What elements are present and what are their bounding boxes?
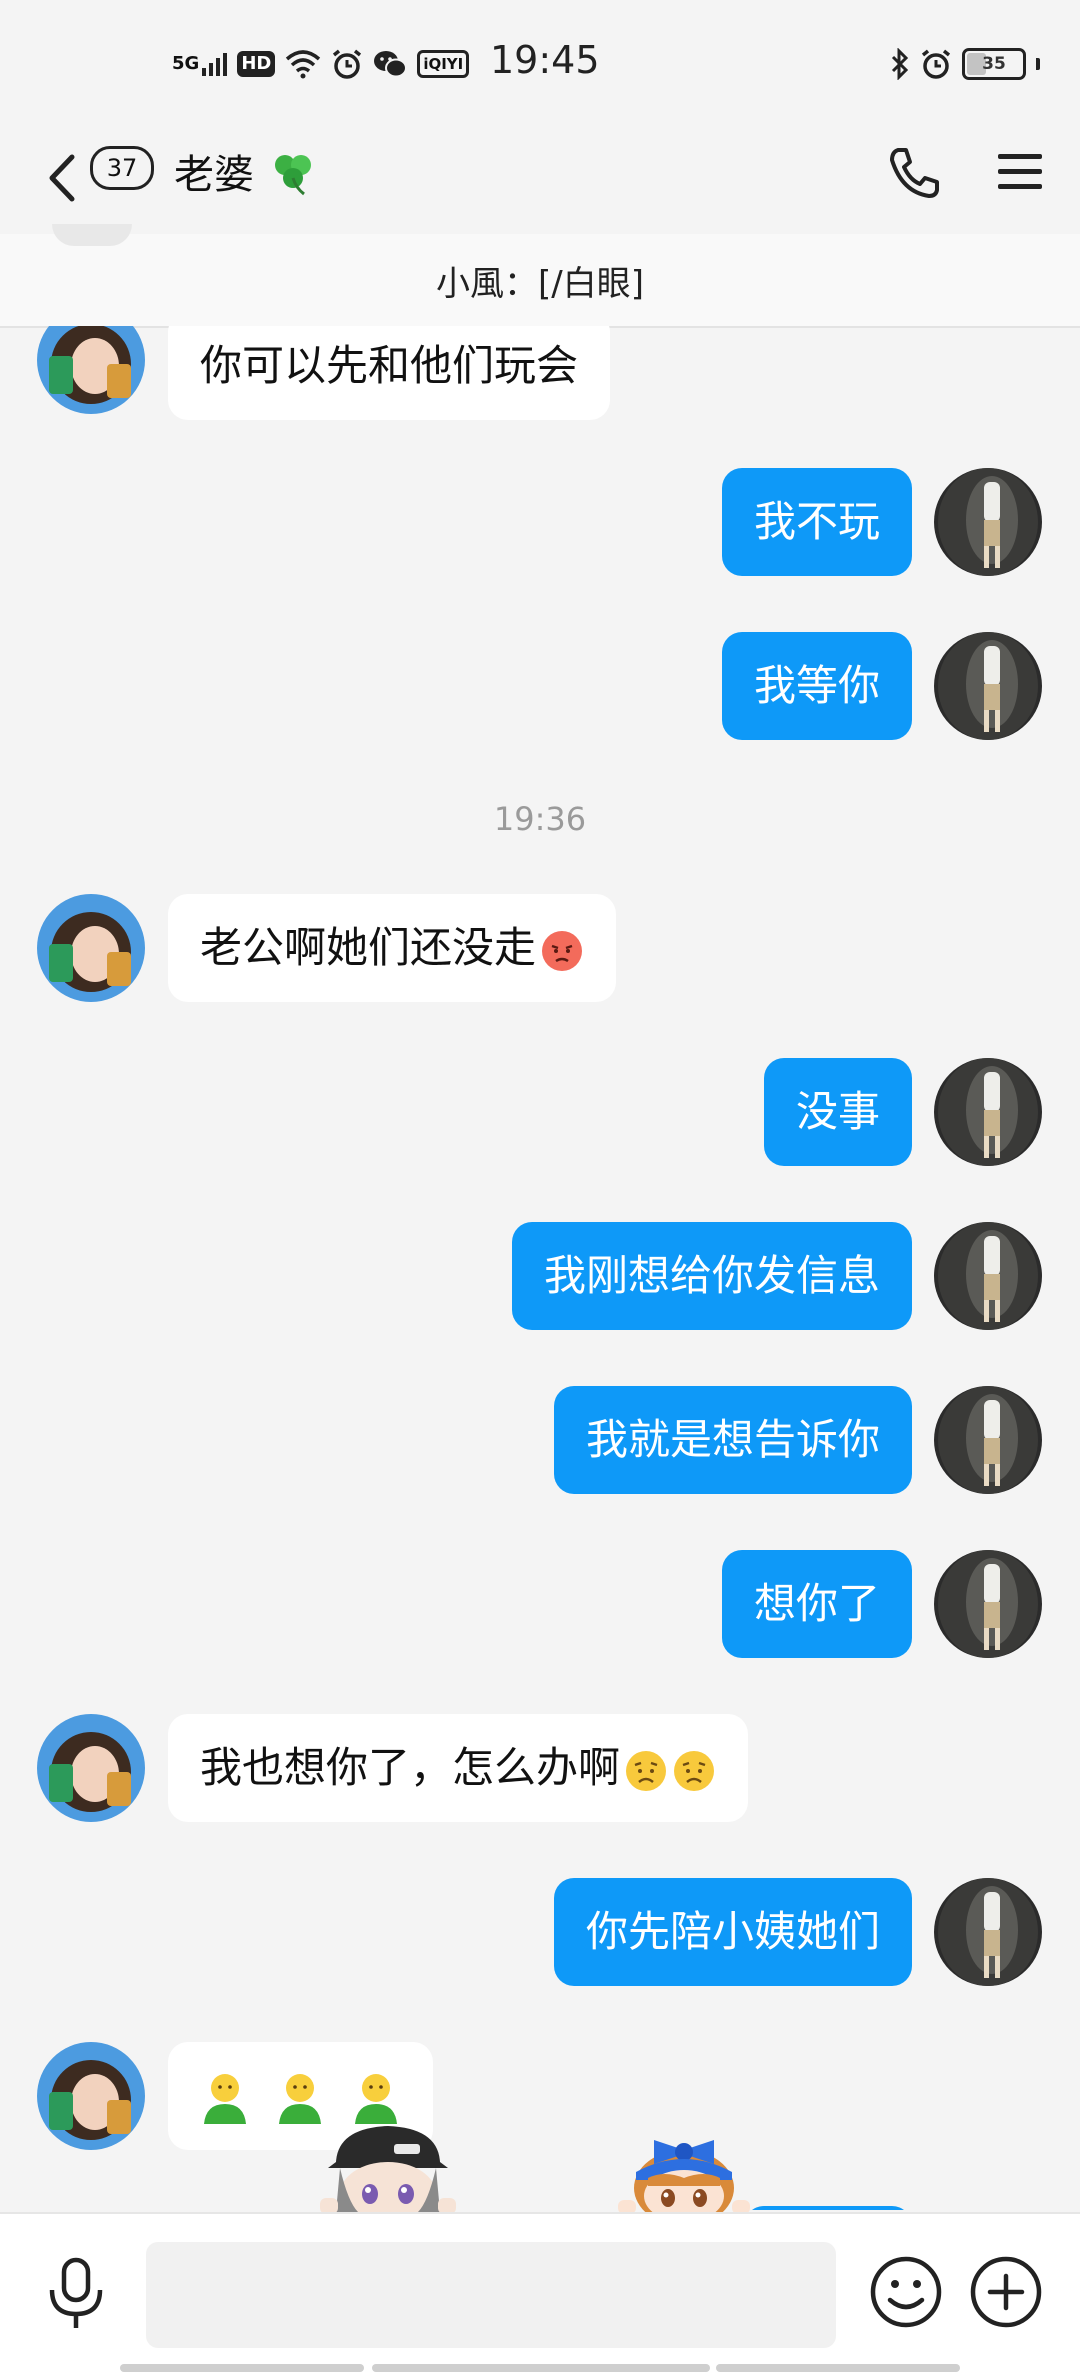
emoji-button[interactable] xyxy=(868,2254,944,2330)
wechat-icon xyxy=(373,47,408,81)
panel-tab-strip xyxy=(120,2364,364,2372)
hd-icon: HD xyxy=(237,51,276,77)
latest-message-text: 小風：[/白眼] xyxy=(436,263,644,304)
iqiyi-icon: iQIYI xyxy=(417,50,470,78)
sad-face-emoji xyxy=(674,1750,715,1791)
message-bubble-outgoing[interactable]: 我不玩 xyxy=(721,468,912,576)
my-avatar[interactable] xyxy=(934,468,1042,576)
latest-message-notice[interactable]: 小風：[/白眼] xyxy=(0,224,1080,328)
green-figure-emoji xyxy=(204,2073,246,2124)
message-bubble-outgoing[interactable]: 我刚想给你发信息 xyxy=(511,1222,912,1330)
message-bubble-incoming[interactable]: 你可以先和他们玩会 xyxy=(168,326,611,420)
clock: 19:45 xyxy=(490,38,600,82)
chat-header: 37 老婆 xyxy=(0,130,1080,234)
my-avatar[interactable] xyxy=(934,1222,1042,1330)
sad-face-emoji xyxy=(626,1750,667,1791)
panel-tab-strip xyxy=(716,2364,960,2372)
status-icons-right: 35 xyxy=(890,44,1040,84)
call-button[interactable] xyxy=(884,142,944,202)
alarm-icon xyxy=(920,47,952,81)
contact-avatar[interactable] xyxy=(37,1714,145,1822)
battery-tip xyxy=(1036,58,1040,70)
message-bubble-outgoing-partial[interactable] xyxy=(744,2206,912,2210)
signal-icon: 5G xyxy=(172,47,228,81)
back-button[interactable] xyxy=(42,148,82,208)
microphone-icon xyxy=(49,2257,103,2328)
message-bubble-incoming[interactable]: 我也想你了，怎么办啊 xyxy=(168,1714,749,1822)
timestamp: 19:36 xyxy=(493,800,587,838)
message-bubble-outgoing[interactable]: 你先陪小姨她们 xyxy=(553,1878,912,1986)
message-bubble-outgoing[interactable]: 我就是想告诉你 xyxy=(553,1386,912,1494)
my-avatar[interactable] xyxy=(934,1878,1042,1986)
contact-avatar[interactable] xyxy=(37,2042,145,2150)
avatar-peek xyxy=(52,224,132,246)
input-bar xyxy=(0,2212,1080,2378)
my-avatar[interactable] xyxy=(934,632,1042,740)
contact-avatar[interactable] xyxy=(37,326,145,414)
green-figure-emoji xyxy=(279,2073,322,2124)
message-text: 我也想你了，怎么办啊 xyxy=(200,1743,621,1792)
smiley-icon xyxy=(870,2256,942,2328)
my-avatar[interactable] xyxy=(934,1386,1042,1494)
hamburger-menu-icon xyxy=(998,154,1042,189)
green-figure-emoji xyxy=(354,2073,397,2124)
message-text: 老公啊她们还没走 xyxy=(200,923,537,972)
clover-icon xyxy=(270,150,316,200)
status-bar: 5G HD iQIYI 19:45 35 xyxy=(0,0,1080,130)
battery-icon: 35 xyxy=(962,48,1026,80)
status-icons-left: 5G HD iQIYI xyxy=(172,44,470,84)
panel-tab-strip xyxy=(372,2364,710,2372)
bluetooth-icon xyxy=(890,47,910,81)
plus-circle-icon xyxy=(970,2256,1042,2328)
chevron-left-icon xyxy=(49,154,75,202)
contact-name[interactable]: 老婆 xyxy=(174,142,254,200)
my-avatar[interactable] xyxy=(934,1058,1042,1166)
message-bubble-outgoing[interactable]: 没事 xyxy=(763,1058,912,1166)
unread-count-badge[interactable]: 37 xyxy=(90,146,154,190)
phone-icon xyxy=(890,148,939,198)
character-sticker-cap[interactable] xyxy=(318,2122,458,2226)
voice-button[interactable] xyxy=(40,2256,112,2332)
wifi-icon xyxy=(285,47,321,81)
message-bubble-outgoing[interactable]: 我等你 xyxy=(721,632,912,740)
my-avatar[interactable] xyxy=(934,1550,1042,1658)
menu-button[interactable] xyxy=(996,148,1044,196)
character-sticker-bow[interactable] xyxy=(614,2126,754,2226)
message-input[interactable] xyxy=(146,2242,836,2348)
pouting-face-emoji xyxy=(542,930,583,971)
more-button[interactable] xyxy=(968,2254,1044,2330)
message-bubble-incoming[interactable]: 老公啊她们还没走 xyxy=(168,894,617,1002)
contact-avatar[interactable] xyxy=(37,894,145,1002)
message-list[interactable]: 你可以先和他们玩会 我不玩 我等你 19:36 老公啊她们还没走 没事 我刚想给… xyxy=(0,326,1080,2210)
message-bubble-outgoing[interactable]: 想你了 xyxy=(721,1550,912,1658)
alarm-icon xyxy=(331,47,363,81)
